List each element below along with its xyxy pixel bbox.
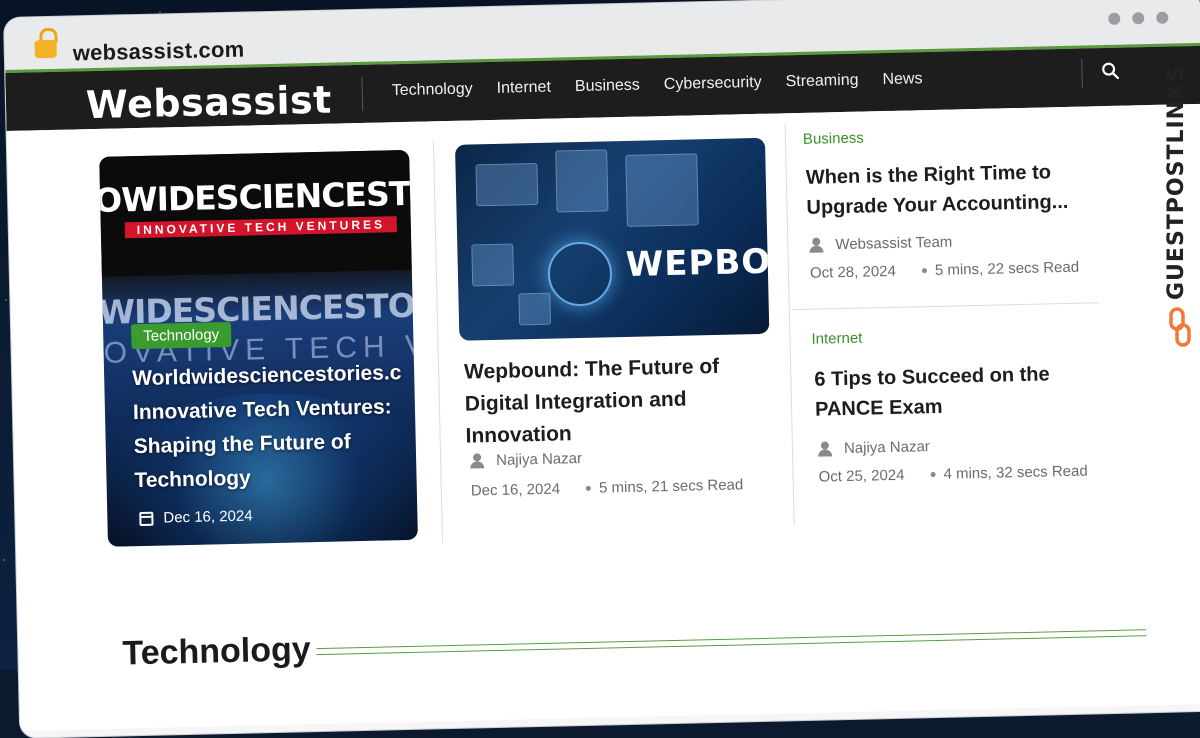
read-time: 5 mins, 21 secs Read — [598, 476, 744, 497]
article-title[interactable]: Wepbound: The Future of Digital Integrat… — [464, 350, 766, 453]
featured-date-text: Dec 16, 2024 — [163, 507, 253, 527]
nav-divider — [1081, 58, 1083, 89]
window-dot-icon[interactable] — [1156, 11, 1169, 24]
main-nav: Technology Internet Business Cybersecuri… — [392, 70, 923, 100]
calendar-icon — [139, 511, 154, 526]
author-name[interactable]: Najiya Nazar — [844, 438, 930, 457]
featured-title[interactable]: Worldwidesciencestories.c Innovative Tec… — [132, 356, 415, 498]
article-title[interactable]: 6 Tips to Succeed on the PANCE Exam — [814, 358, 1105, 425]
featured-article-card[interactable]: OWIDESCIENCESTORIES INNOVATIVE TECH VENT… — [99, 149, 418, 547]
lock-icon — [34, 27, 60, 60]
article-image-wepbound[interactable]: WEPBOU — [454, 137, 770, 341]
bullet-icon — [930, 471, 936, 477]
nav-item-streaming[interactable]: Streaming — [785, 72, 858, 92]
featured-date: Dec 16, 2024 — [139, 507, 253, 527]
article-date: Oct 28, 2024 — [809, 262, 897, 282]
article-author[interactable]: Najiya Nazar — [470, 450, 582, 470]
user-icon — [818, 441, 836, 455]
nav-item-business[interactable]: Business — [575, 77, 640, 96]
page-content: OWIDESCIENCESTORIES INNOVATIVE TECH VENT… — [6, 103, 1200, 731]
article-date: Dec 16, 2024 — [470, 480, 561, 500]
article-title[interactable]: When is the Right Time to Upgrade Your A… — [805, 156, 1096, 223]
search-icon[interactable] — [1101, 62, 1120, 80]
nav-item-internet[interactable]: Internet — [496, 79, 551, 98]
read-time: 5 mins, 22 secs Read — [934, 258, 1080, 279]
nav-item-news[interactable]: News — [882, 70, 922, 89]
browser-window: websassist.com Websassist Technology Int… — [4, 0, 1200, 738]
bullet-icon — [585, 485, 592, 491]
row-divider — [792, 302, 1099, 311]
user-icon — [809, 237, 827, 251]
article-meta: Oct 28, 2024 5 mins, 22 secs Read — [810, 259, 1079, 282]
hologram-orb — [547, 241, 613, 307]
url-text[interactable]: websassist.com — [73, 37, 245, 67]
category-link[interactable]: Internet — [811, 330, 862, 348]
section-divider — [316, 629, 1147, 656]
column-divider — [432, 141, 444, 544]
window-dot-icon[interactable] — [1132, 12, 1145, 25]
read-time: 4 mins, 32 secs Read — [943, 462, 1088, 483]
bullet-icon — [921, 267, 927, 273]
category-link[interactable]: Business — [803, 130, 864, 148]
user-icon — [470, 453, 488, 467]
nav-item-cybersecurity[interactable]: Cybersecurity — [664, 74, 762, 94]
article-author[interactable]: Najiya Nazar — [818, 438, 930, 458]
window-dot-icon[interactable] — [1108, 12, 1121, 25]
article-meta: Dec 16, 2024 5 mins, 21 secs Read — [471, 476, 744, 499]
chain-link-icon — [1169, 307, 1191, 347]
article-author[interactable]: Websassist Team — [809, 234, 952, 254]
nav-item-technology[interactable]: Technology — [392, 80, 473, 100]
watermark-text: GUESTPOSTLINKS — [1164, 65, 1189, 300]
article-date: Oct 25, 2024 — [818, 466, 905, 486]
author-name[interactable]: Websassist Team — [835, 234, 952, 254]
column-divider — [784, 123, 795, 526]
site-logo[interactable]: Websassist — [85, 78, 332, 128]
nav-divider — [361, 76, 364, 111]
article-meta: Oct 25, 2024 4 mins, 32 secs Read — [818, 463, 1087, 486]
author-name[interactable]: Najiya Nazar — [496, 450, 582, 469]
category-badge[interactable]: Technology — [130, 321, 232, 350]
section-title: Technology — [122, 630, 312, 673]
article-image-text: WEPBOU — [625, 241, 770, 285]
window-controls — [1108, 11, 1169, 25]
